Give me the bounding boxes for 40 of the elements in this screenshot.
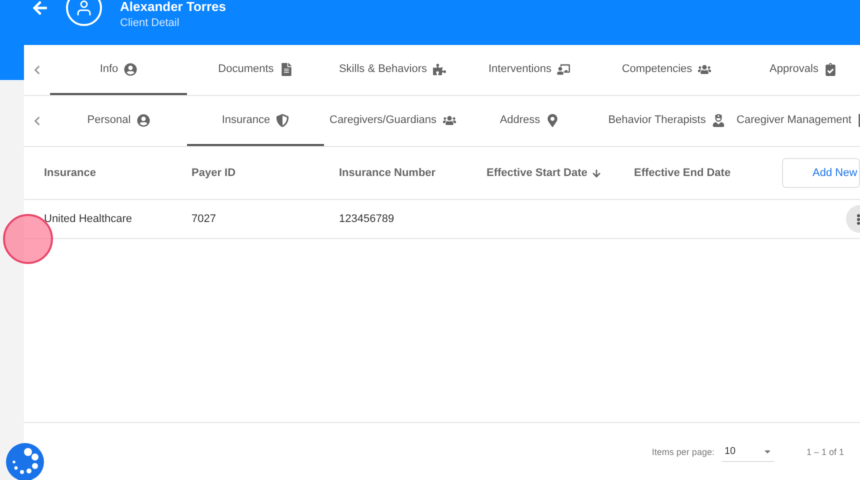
main-tab[interactable]: Info xyxy=(50,45,187,95)
add-new-button[interactable]: Add New xyxy=(782,158,860,188)
items-per-page-label: Items per page: xyxy=(652,446,714,456)
person-icon xyxy=(712,114,725,126)
main-tab[interactable]: Documents xyxy=(187,45,324,95)
shield-icon xyxy=(276,114,290,126)
presenter-icon xyxy=(557,62,570,76)
sub-tab[interactable]: Insurance xyxy=(187,96,324,146)
person-icon xyxy=(136,114,150,126)
table-cell: 123456789 xyxy=(339,213,394,225)
avatar-icon xyxy=(66,0,102,26)
column-header[interactable]: Insurance Number xyxy=(339,167,436,179)
sub-tab[interactable]: Caregivers/Guardians xyxy=(324,96,461,146)
main-tab[interactable]: Skills & Behaviors xyxy=(324,45,461,95)
page-size-select[interactable]: 10 xyxy=(722,442,774,462)
table-cell: United Healthcare xyxy=(44,213,132,225)
sub-tab[interactable]: Personal xyxy=(50,96,187,146)
page-range: 1 – 1 of 1 xyxy=(806,446,844,456)
people-icon xyxy=(698,62,712,76)
puzzle-icon xyxy=(433,62,446,76)
main-tab[interactable]: Competencies xyxy=(598,45,735,95)
column-header[interactable]: Effective End Date xyxy=(634,167,731,179)
sub-tab[interactable]: Behavior Therapists xyxy=(598,96,735,146)
sort-down-arrow-icon[interactable] xyxy=(592,168,602,178)
column-header[interactable]: Payer ID xyxy=(192,167,236,179)
column-header[interactable]: Insurance xyxy=(44,167,96,179)
client-name: Alexander Torres xyxy=(120,0,226,14)
main-tab[interactable]: Approvals xyxy=(735,45,860,95)
sub-tab[interactable]: Address xyxy=(461,96,598,146)
back-arrow-icon[interactable] xyxy=(32,0,48,16)
main-tab[interactable]: Interventions xyxy=(461,45,598,95)
table-cell: 7027 xyxy=(192,213,216,225)
column-header[interactable]: Effective Start Date xyxy=(486,167,588,179)
map-pin-icon xyxy=(546,114,560,126)
person-icon xyxy=(124,62,138,76)
page-subtitle: Client Detail xyxy=(120,17,180,29)
document-icon xyxy=(280,62,293,76)
sub-tab[interactable]: Caregiver Management xyxy=(735,96,860,146)
checklist-icon xyxy=(824,62,838,76)
people-icon xyxy=(442,114,456,126)
